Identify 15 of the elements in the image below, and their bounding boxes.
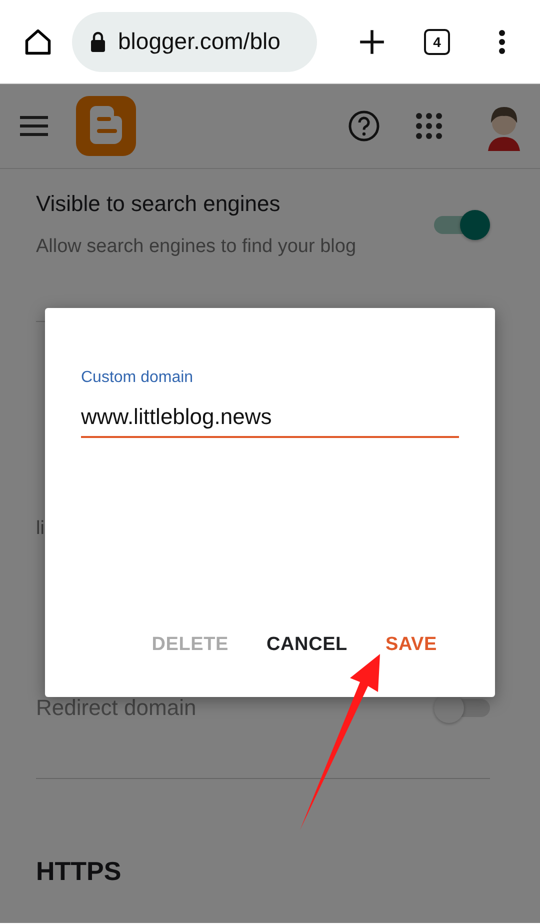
- help-icon[interactable]: [348, 110, 380, 142]
- apps-grid-icon[interactable]: [416, 113, 442, 139]
- toggle-switch[interactable]: [434, 208, 490, 242]
- custom-domain-field[interactable]: www.littleblog.news: [81, 402, 459, 438]
- dialog-button[interactable]: SAVE: [373, 627, 449, 663]
- lock-icon: [90, 30, 106, 52]
- setting-description: Allow search engines to find your blog: [36, 235, 356, 259]
- field-label: Custom domain: [81, 368, 194, 388]
- setting-title: Redirect domain: [36, 694, 196, 722]
- tab-count[interactable]: 4: [424, 28, 450, 54]
- dialog-button[interactable]: CANCEL: [254, 627, 360, 663]
- address-bar[interactable]: blogger.com/blo: [72, 12, 317, 72]
- setting-description: li: [36, 517, 46, 541]
- setting-title: Visible to search engines: [36, 190, 282, 218]
- section-heading: HTTPS: [36, 855, 122, 888]
